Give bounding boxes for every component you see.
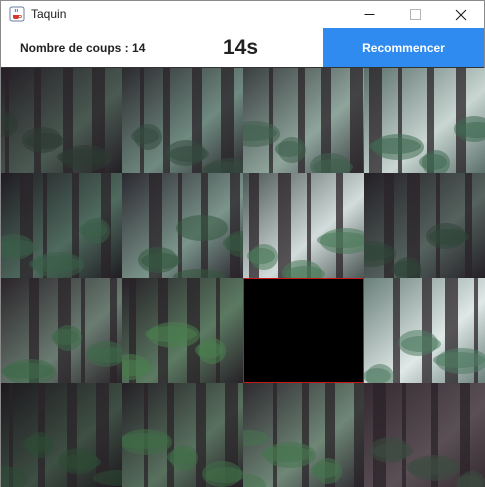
puzzle-tile[interactable] xyxy=(364,68,485,173)
status-panel: Nombre de coups : 14 14s Recommencer xyxy=(1,28,484,67)
moves-counter: Nombre de coups : 14 xyxy=(20,41,145,55)
tile-image xyxy=(1,278,122,383)
puzzle-tile[interactable] xyxy=(243,173,364,278)
tile-image xyxy=(364,383,485,487)
restart-button[interactable]: Recommencer xyxy=(323,28,484,67)
puzzle-board xyxy=(1,67,485,487)
tile-image xyxy=(243,68,364,173)
title-bar: Taquin xyxy=(1,1,484,28)
puzzle-tile[interactable] xyxy=(364,173,485,278)
puzzle-tile[interactable] xyxy=(243,68,364,173)
tile-image xyxy=(122,68,243,173)
moves-label: Nombre de coups : xyxy=(20,41,133,55)
puzzle-tile[interactable] xyxy=(364,278,485,383)
puzzle-tile[interactable] xyxy=(243,383,364,487)
puzzle-tile[interactable] xyxy=(122,173,243,278)
java-cup-icon xyxy=(9,6,25,22)
empty-slot[interactable] xyxy=(243,278,364,383)
maximize-button[interactable] xyxy=(392,1,438,28)
app-window: Taquin Nombre de coups : 14 14s Recommen… xyxy=(0,0,485,487)
tile-image xyxy=(1,383,122,487)
puzzle-tile[interactable] xyxy=(122,68,243,173)
tile-image xyxy=(122,278,243,383)
close-button[interactable] xyxy=(438,1,484,28)
puzzle-tile[interactable] xyxy=(1,278,122,383)
moves-count: 14 xyxy=(132,41,146,55)
close-icon xyxy=(455,9,467,20)
elapsed-timer: 14s xyxy=(223,36,259,59)
tile-image xyxy=(122,173,243,278)
puzzle-tile[interactable] xyxy=(1,68,122,173)
tile-image xyxy=(364,278,485,383)
puzzle-tile[interactable] xyxy=(122,278,243,383)
puzzle-tile[interactable] xyxy=(1,383,122,487)
tile-image xyxy=(243,383,364,487)
tile-image xyxy=(243,173,364,278)
window-title: Taquin xyxy=(31,7,67,21)
puzzle-tile[interactable] xyxy=(1,173,122,278)
minimize-icon xyxy=(364,14,374,15)
puzzle-tile[interactable] xyxy=(122,383,243,487)
tile-image xyxy=(364,173,485,278)
tile-image xyxy=(1,173,122,278)
tile-image xyxy=(1,68,122,173)
minimize-button[interactable] xyxy=(346,1,392,28)
tile-image xyxy=(122,383,243,487)
puzzle-tile[interactable] xyxy=(364,383,485,487)
maximize-icon xyxy=(409,9,421,20)
tile-image xyxy=(364,68,485,173)
